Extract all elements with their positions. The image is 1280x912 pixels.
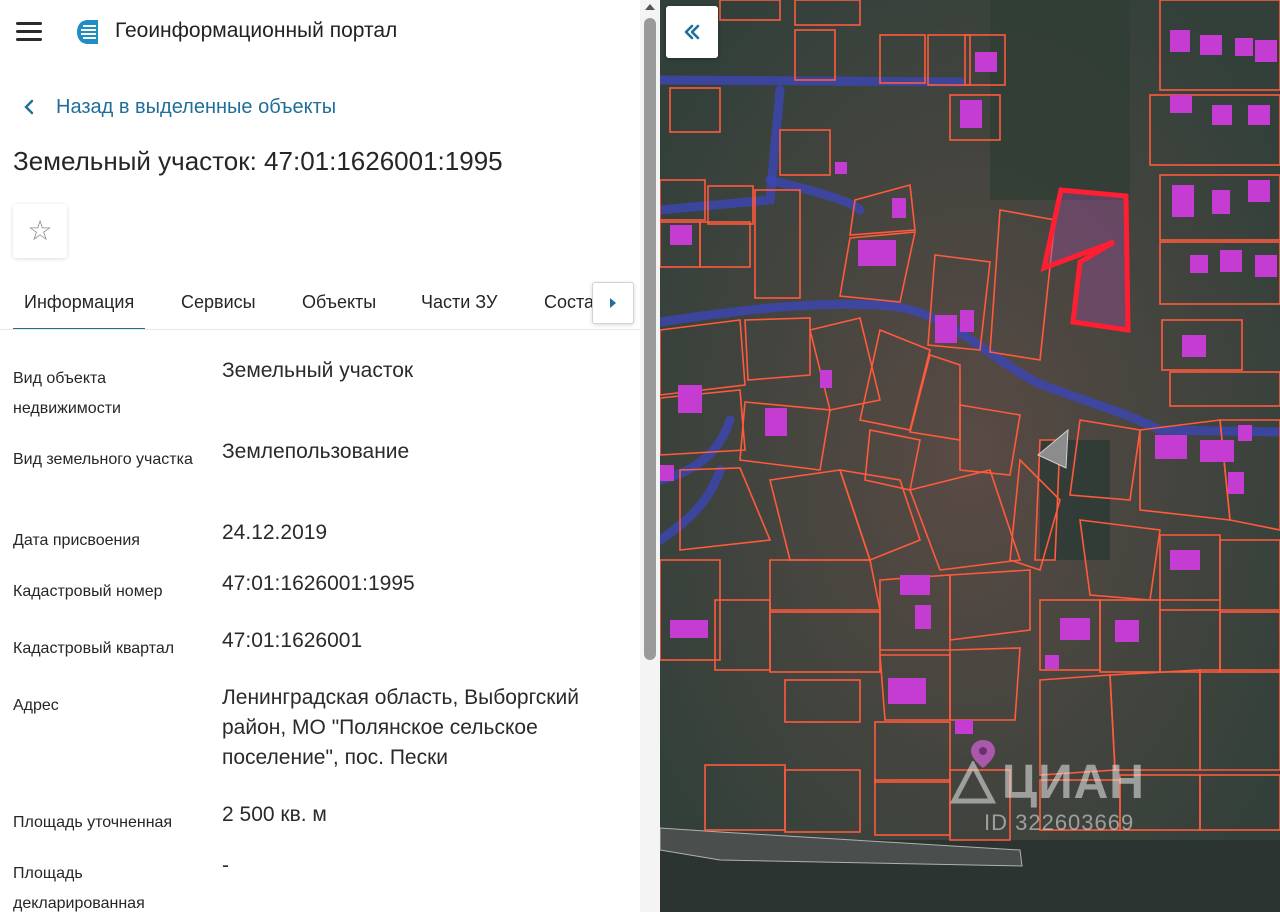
- portal-logo-icon: [77, 20, 98, 44]
- watermark-id: ID 322603669: [984, 810, 1135, 835]
- header-bar: Геоинформационный портал: [0, 0, 640, 64]
- scroll-up-arrow-icon[interactable]: [645, 4, 655, 10]
- tab-information[interactable]: Информация: [12, 276, 146, 329]
- back-link-label: Назад в выделенные объекты: [56, 95, 337, 118]
- property-label: Адрес: [13, 697, 59, 714]
- tab-scroll-right-button[interactable]: [592, 282, 634, 324]
- scrollbar-thumb[interactable]: [644, 18, 656, 660]
- object-title: Земельный участок: 47:01:1626001:1995: [13, 146, 503, 176]
- hamburger-menu-icon[interactable]: [16, 22, 42, 42]
- info-panel: Геоинформационный портал Назад в выделен…: [0, 0, 660, 912]
- property-value: 47:01:1626001: [222, 629, 363, 652]
- tab-services[interactable]: Сервисы: [181, 276, 256, 328]
- property-value: 47:01:1626001:1995: [222, 572, 415, 595]
- property-value: -: [222, 854, 229, 877]
- tab-composition[interactable]: Соста: [544, 276, 594, 328]
- double-chevron-left-icon: [684, 24, 700, 40]
- property-value: 24.12.2019: [222, 521, 328, 544]
- back-to-selected-link[interactable]: Назад в выделенные объекты: [18, 92, 336, 122]
- property-label: Вид объекта недвижимости: [13, 370, 121, 417]
- property-label: Вид земельного участка: [13, 451, 193, 468]
- property-label: Дата присвоения: [13, 532, 140, 549]
- collapse-panel-button[interactable]: [666, 6, 718, 58]
- property-label: Кадастровый номер: [13, 583, 163, 600]
- property-label: Площадь декларированная: [13, 865, 145, 912]
- caret-right-icon: [610, 298, 616, 308]
- chevron-left-icon: [24, 99, 34, 115]
- property-value: 2 500 кв. м: [222, 803, 327, 826]
- tab-objects[interactable]: Объекты: [302, 276, 376, 328]
- star-outline-icon: ☆: [27, 215, 53, 246]
- tab-bar: Информация Сервисы Объекты Части ЗУ Сост…: [0, 276, 640, 330]
- property-value: Ленинградская область, Выборгский район,…: [222, 686, 579, 769]
- property-label: Площадь уточненная: [13, 814, 173, 831]
- panel-scrollbar[interactable]: [640, 0, 660, 912]
- cian-logo-icon: [950, 761, 996, 804]
- app-title: Геоинформационный портал: [115, 19, 398, 42]
- property-label: Кадастровый квартал: [13, 640, 175, 657]
- property-value: Землепользование: [222, 440, 410, 463]
- watermark-brand: ЦИАН: [1002, 756, 1145, 809]
- cadastral-map[interactable]: ЦИАН ID 322603669: [660, 0, 1280, 912]
- property-value: Земельный участок: [222, 359, 414, 382]
- tab-parcel-parts[interactable]: Части ЗУ: [421, 276, 497, 328]
- favorite-button[interactable]: ☆: [13, 204, 67, 258]
